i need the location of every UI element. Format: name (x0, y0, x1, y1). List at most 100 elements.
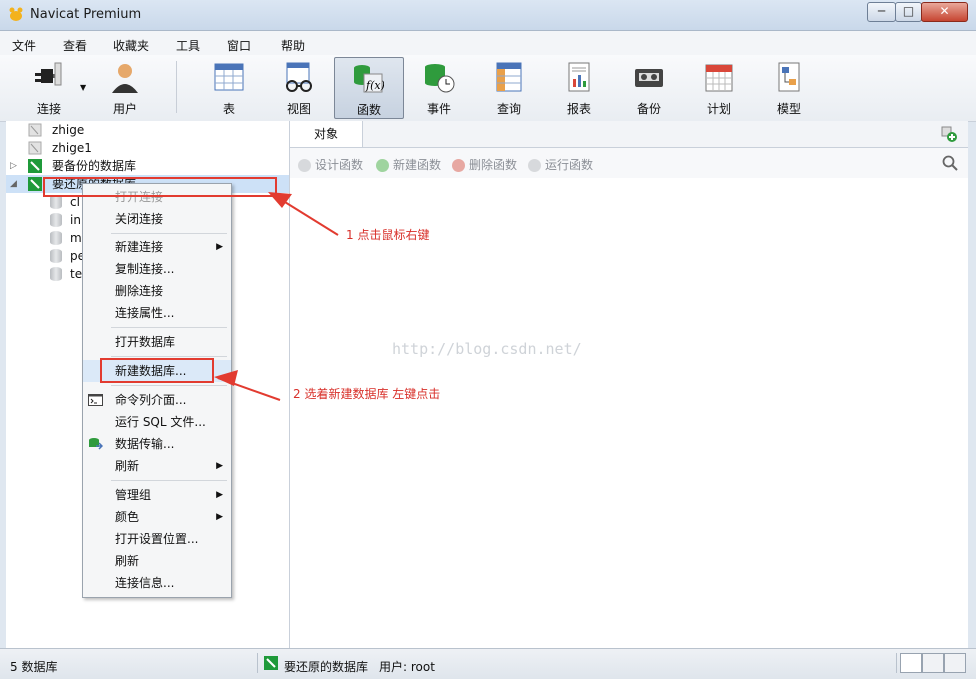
tab-object[interactable]: 对象 (290, 121, 363, 147)
plus-icon (376, 159, 389, 172)
design-function-button[interactable]: 设计函数 (298, 156, 363, 173)
menu-separator (111, 480, 227, 481)
console-icon (88, 394, 103, 406)
user-icon (112, 64, 138, 93)
calendar-icon (705, 64, 733, 92)
status-separator (257, 653, 258, 673)
report-label: 报表 (566, 102, 591, 116)
mysql-connection-icon (264, 656, 278, 670)
delete-function-button[interactable]: 删除函数 (452, 156, 517, 173)
function-icon: f(x) (354, 65, 384, 93)
connect-label: 连接 (36, 102, 61, 116)
tree-item-zhige1[interactable]: zhige1 (6, 139, 289, 157)
database-count: 5 数据库 (10, 660, 58, 674)
minimize-button[interactable]: ─ (867, 2, 896, 22)
model-icon (778, 62, 800, 92)
menu-window[interactable]: 窗口 (227, 37, 251, 54)
model-label: 模型 (776, 102, 801, 116)
menu-item-data-transfer[interactable]: 数据传输... (83, 433, 231, 455)
run-function-button[interactable]: 运行函数 (528, 156, 593, 173)
menu-file[interactable]: 文件 (12, 37, 36, 54)
menu-tools[interactable]: 工具 (176, 37, 200, 54)
annotation-arrows (214, 192, 339, 401)
query-label: 查询 (496, 102, 521, 116)
database-icon (50, 213, 62, 227)
submenu-arrow-icon: ▶ (216, 461, 223, 471)
menu-favorites[interactable]: 收藏夹 (113, 37, 149, 54)
backup-tape-icon (635, 69, 663, 87)
model-button[interactable]: 模型 (756, 57, 822, 117)
new-tab-icon[interactable] (940, 125, 958, 143)
menu-view[interactable]: 查看 (63, 37, 87, 54)
connect-button[interactable]: 连接 (16, 57, 82, 117)
svg-text:f(x): f(x) (365, 79, 384, 92)
view-glasses-icon (286, 62, 312, 92)
annotation-step1: 1 点击鼠标右键 (346, 228, 430, 242)
object-list-area[interactable] (290, 178, 968, 648)
toolbar: 连接 ▼ 用户 表 视图 f(x) 函数 事件 查询 报表 备份 计划 模型 (0, 55, 976, 122)
table-button[interactable]: 表 (196, 57, 262, 117)
title-bar: Navicat Premium ─ □ ✕ (0, 0, 976, 31)
tree-item-zhige[interactable]: zhige (6, 121, 289, 139)
close-button[interactable]: ✕ (921, 2, 968, 22)
menu-item-run-sql-file[interactable]: 运行 SQL 文件... (83, 411, 231, 433)
backup-label: 备份 (636, 102, 661, 116)
grid-view-icon[interactable] (900, 653, 922, 673)
menu-item-color[interactable]: 颜色 ▶ (83, 506, 231, 528)
menu-item-connection-info[interactable]: 连接信息... (83, 572, 231, 594)
collapse-arrow-icon[interactable]: ◢ (10, 175, 20, 193)
pencil-icon (298, 159, 311, 172)
database-icon (50, 267, 62, 281)
chevron-down-icon[interactable]: ▼ (80, 83, 86, 92)
menu-item-refresh-submenu[interactable]: 刷新 ▶ (83, 455, 231, 477)
query-icon (496, 62, 522, 92)
event-clock-icon (425, 64, 455, 93)
menu-help[interactable]: 帮助 (281, 37, 305, 54)
detail-view-icon[interactable] (944, 653, 966, 673)
function-button[interactable]: f(x) 函数 (334, 57, 404, 119)
submenu-arrow-icon: ▶ (216, 512, 223, 522)
mysql-connection-icon (28, 177, 42, 191)
backup-button[interactable]: 备份 (616, 57, 682, 117)
event-label: 事件 (426, 102, 451, 116)
user-button[interactable]: 用户 (92, 57, 158, 117)
tree-item-backup-db[interactable]: ▷ 要备份的数据库 (6, 157, 289, 175)
mysql-connection-icon (28, 159, 42, 173)
menu-bar: 文件 查看 收藏夹 工具 窗口 帮助 (0, 31, 976, 55)
report-icon (568, 62, 590, 92)
expand-arrow-icon[interactable]: ▷ (10, 157, 20, 175)
menu-item-open-settings-location[interactable]: 打开设置位置... (83, 528, 231, 550)
table-label: 表 (222, 102, 235, 116)
report-button[interactable]: 报表 (546, 57, 612, 117)
database-icon (50, 231, 62, 245)
user-label: 用户 (112, 102, 137, 116)
table-icon (214, 63, 244, 91)
menu-item-refresh[interactable]: 刷新 (83, 550, 231, 572)
object-action-bar: 设计函数 新建函数 删除函数 运行函数 (290, 148, 968, 178)
schedule-button[interactable]: 计划 (686, 57, 752, 117)
run-icon (528, 159, 541, 172)
database-icon (50, 249, 62, 263)
object-tab-bar: 对象 (290, 121, 968, 148)
menu-item-manage-group[interactable]: 管理组 ▶ (83, 484, 231, 506)
status-connection-name: 要还原的数据库 (284, 660, 369, 674)
event-button[interactable]: 事件 (406, 57, 472, 117)
function-label: 函数 (356, 103, 381, 117)
plug-icon (35, 62, 62, 86)
query-button[interactable]: 查询 (476, 57, 542, 117)
maximize-button[interactable]: □ (895, 2, 922, 22)
status-separator (896, 653, 897, 673)
minus-icon (452, 159, 465, 172)
new-function-button[interactable]: 新建函数 (376, 156, 441, 173)
connection-icon (28, 141, 42, 155)
connection-icon (28, 123, 42, 137)
annotation-step2: 2 选着新建数据库 左键点击 (293, 387, 441, 401)
list-view-icon[interactable] (922, 653, 944, 673)
watermark-text: http://blog.csdn.net/ (392, 340, 582, 358)
toolbar-separator (176, 61, 177, 113)
data-transfer-icon (89, 438, 103, 450)
navicat-logo-icon (9, 7, 23, 21)
view-button[interactable]: 视图 (266, 57, 332, 117)
search-icon[interactable] (942, 155, 958, 171)
window-title: Navicat Premium (30, 7, 142, 22)
